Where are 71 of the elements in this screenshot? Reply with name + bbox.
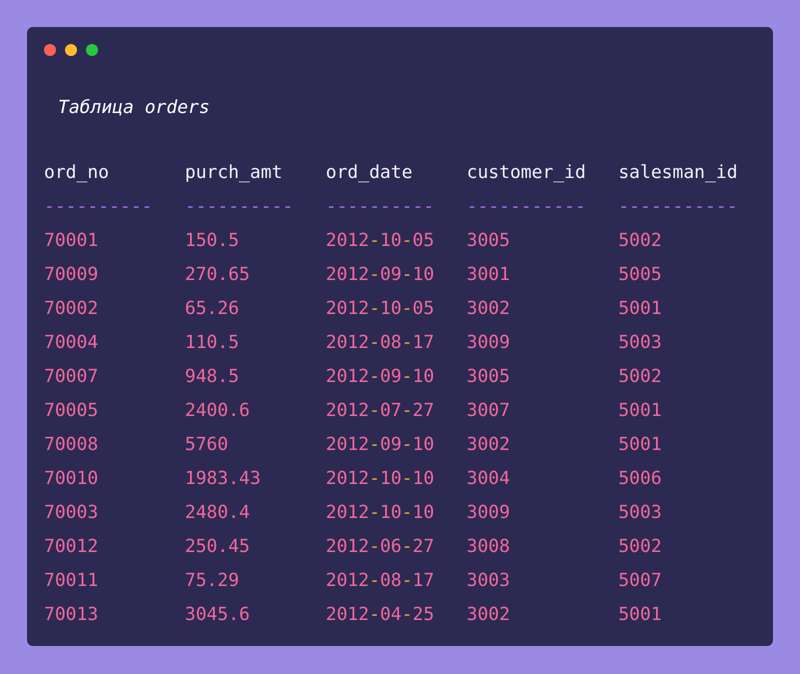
table-cell-text: 70008 [44,433,100,457]
table-cell-text: 70013 [44,603,100,627]
table-cell-text: 2012-10-05 [326,229,436,253]
table-cell-text: 5002 [618,365,663,389]
table-cell-text: 110.5 [184,331,240,355]
table-cell-text: 65.26 [184,297,240,321]
table-cell-text: 2400.6 [184,399,251,423]
table-cell-text: 2012-07-27 [326,399,436,423]
table-cell-text: 70004 [44,331,100,355]
table-cell-text: 70010 [44,467,100,491]
table-cell-text: 2012-09-10 [326,263,436,287]
table-cell-text: 5001 [618,297,663,321]
table-cell-text: 70001 [44,229,100,253]
table-cell-text: 70007 [44,365,100,389]
column-header: ord_no [44,161,110,185]
separator-line: ----------- [618,195,739,219]
table-cell-text: 3002 [466,297,511,321]
table-cell-text: 948.5 [184,365,240,389]
table-cell-text: 3004 [466,467,511,491]
table-cell-text: 3005 [466,229,511,253]
separator-line: ---------- [326,195,436,219]
table-cell-text: 5005 [618,263,663,287]
table-cell-text: 5760 [184,433,230,457]
table-cell-text: 3009 [466,501,511,525]
table-cell-text: 5001 [618,603,663,627]
table-cell-text: 3002 [466,433,511,457]
table-cell-text: 2012-10-10 [326,467,436,491]
table-cell-text: 270.65 [184,263,251,287]
table-cell-text: 2012-10-10 [326,501,436,525]
table-cell-text: 3008 [466,535,511,559]
table-cell-text: 250.45 [184,535,251,559]
table-cell-text: 70009 [44,263,100,287]
table-cell-text: 3003 [466,569,511,593]
table-cell-text: 5007 [618,569,663,593]
table-cell-text: 5003 [618,331,663,355]
table-cell-text: 150.5 [184,229,240,253]
table-cell-text: 3002 [466,603,511,627]
table-cell-text: 2012-08-17 [326,331,436,355]
separator-line: ---------- [44,195,154,219]
table-title: Таблица orders [58,97,210,118]
table-cell-text: 2480.4 [184,501,251,525]
table-cell-text: 5001 [618,399,663,423]
table-cell-text: 1983.43 [184,467,262,491]
table-cell-text: 5006 [618,467,663,491]
table-cell-text: 75.29 [184,569,240,593]
table-cell-text: 2012-06-27 [326,535,436,559]
table-cell-text: 2012-10-05 [326,297,436,321]
table-cell-text: 70005 [44,399,100,423]
table-cell-text: 3005 [466,365,511,389]
table-cell-text: 70002 [44,297,100,321]
table-cell-text: 3009 [466,331,511,355]
table-cell-text: 2012-09-10 [326,433,436,457]
table-cell-text: 2012-04-25 [326,603,436,627]
table-cell-text: 5001 [618,433,663,457]
column-header: ord_date [326,161,414,185]
table-cell-text: 5002 [618,535,663,559]
table-cell-text: 70012 [44,535,100,559]
separator-line: ---------- [184,195,294,219]
table-cell-text: 3001 [466,263,511,287]
table-cell-text: 5002 [618,229,663,253]
table-cell-text: 3007 [466,399,511,423]
table-cell-text: 5003 [618,501,663,525]
column-header: customer_id [466,161,587,185]
table-cell-text: 3045.6 [184,603,251,627]
separator-line: ----------- [466,195,587,219]
column-header: salesman_id [618,161,739,185]
table-cell-text: 2012-08-17 [326,569,436,593]
column-header: purch_amt [184,161,284,185]
table-cell-text: 70011 [44,569,100,593]
table-cell-text: 2012-09-10 [326,365,436,389]
table-cell-text: 70003 [44,501,100,525]
